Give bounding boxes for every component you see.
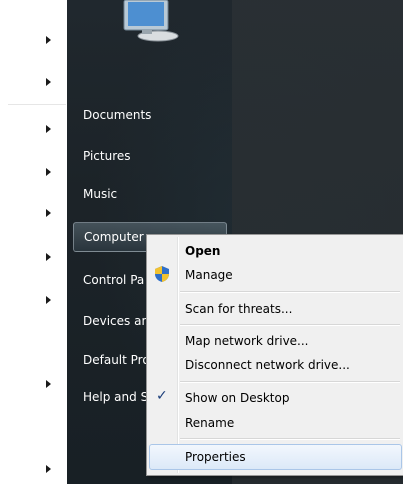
list-separator (8, 104, 66, 105)
submenu-arrow-icon[interactable] (46, 465, 51, 473)
programs-list (0, 0, 67, 484)
start-item-control-panel[interactable]: Control Pa (83, 273, 147, 287)
menu-item-properties[interactable]: Properties (185, 450, 246, 464)
menu-gutter (177, 237, 179, 473)
submenu-arrow-icon[interactable] (46, 253, 51, 261)
menu-item-scan[interactable]: Scan for threats... (185, 302, 292, 316)
start-item-devices[interactable]: Devices an (83, 314, 147, 328)
start-item-default-programs[interactable]: Default Pro (83, 353, 147, 367)
menu-item-map-network-drive[interactable]: Map network drive... (185, 334, 309, 348)
computer-icon (123, 0, 179, 42)
menu-item-disconnect-network-drive[interactable]: Disconnect network drive... (185, 358, 350, 372)
menu-separator (180, 438, 400, 440)
menu-item-rename[interactable]: Rename (185, 416, 234, 430)
submenu-arrow-icon[interactable] (46, 78, 51, 86)
submenu-arrow-icon[interactable] (46, 125, 51, 133)
menu-separator (180, 291, 400, 293)
uac-shield-icon (155, 266, 169, 282)
start-item-help[interactable]: Help and S (83, 390, 147, 404)
menu-separator (180, 324, 400, 326)
menu-item-show-on-desktop[interactable]: Show on Desktop (185, 391, 289, 405)
menu-item-open[interactable]: Open (185, 244, 220, 258)
menu-separator (180, 381, 400, 383)
submenu-arrow-icon[interactable] (46, 380, 51, 388)
start-item-documents[interactable]: Documents (83, 108, 151, 122)
context-menu: Open Manage Scan for threats... Map netw… (146, 234, 403, 476)
submenu-arrow-icon[interactable] (46, 168, 51, 176)
start-item-music[interactable]: Music (83, 187, 117, 201)
submenu-arrow-icon[interactable] (46, 36, 51, 44)
start-item-pictures[interactable]: Pictures (83, 149, 131, 163)
submenu-arrow-icon[interactable] (46, 209, 51, 217)
menu-item-manage[interactable]: Manage (185, 268, 233, 282)
submenu-arrow-icon[interactable] (46, 296, 51, 304)
checkmark-icon: ✓ (156, 388, 168, 404)
